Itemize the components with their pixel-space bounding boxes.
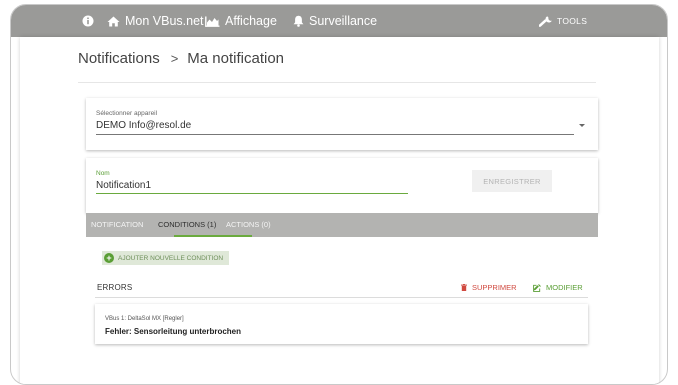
nav-monitoring[interactable]: Surveillance [293,5,377,37]
delete-button[interactable]: SUPPRIMER [461,283,517,292]
bell-icon [293,15,304,27]
nav-tools[interactable]: TOOLS [539,5,587,37]
device-select-label: Sélectionner appareil [96,110,158,117]
name-input[interactable] [96,178,408,194]
device-select-card: Sélectionner appareil DEMO Info@resol.de [86,98,598,150]
nav-display[interactable]: Affichage [205,5,277,37]
tab-notification[interactable]: NOTIFICATION [91,213,143,237]
trash-icon [461,284,467,291]
delete-label: SUPPRIMER [472,283,517,292]
nav-home-label: Mon VBus.net [125,14,204,28]
breadcrumb: Notifications > Ma notification [78,50,284,67]
save-button[interactable]: ENREGISTRER [472,170,552,192]
breadcrumb-separator: > [170,51,179,66]
add-condition-button[interactable]: + AJOUTER NOUVELLE CONDITION [102,251,230,265]
edit-icon [533,283,541,292]
plus-circle-icon: + [104,253,114,263]
name-field-label: Nom [96,170,110,177]
errors-group-title: ERRORS [97,283,133,292]
nav-display-label: Affichage [225,14,277,28]
tab-bar: NOTIFICATION CONDITIONS (1) ACTIONS (0) [86,213,598,237]
chart-icon [205,16,220,27]
add-condition-label: AJOUTER NOUVELLE CONDITION [118,254,224,262]
device-select-underline [96,134,574,135]
errors-divider [95,297,588,298]
wrench-icon [539,16,552,27]
notification-card: Nom ENREGISTRER [86,158,598,213]
dropdown-arrow-icon[interactable] [579,124,585,127]
top-navbar: Mon VBus.net Affichage Surveillance TOOL… [11,5,667,37]
tab-actions[interactable]: ACTIONS (0) [226,213,271,237]
nav-tools-label: TOOLS [557,16,588,26]
condition-source: VBus 1: DeltaSol MX [Regler] [105,316,184,322]
home-icon [107,16,120,26]
tab-conditions[interactable]: CONDITIONS (1) [158,213,216,237]
info-button[interactable] [82,5,94,37]
tab-active-indicator [174,235,252,237]
breadcrumb-parent[interactable]: Notifications [78,50,160,67]
info-circle-icon [82,15,94,27]
nav-monitoring-label: Surveillance [309,14,378,28]
breadcrumb-divider [78,82,596,83]
condition-message: Fehler: Sensorleitung unterbrochen [105,327,242,336]
condition-item[interactable]: VBus 1: DeltaSol MX [Regler] Fehler: Sen… [95,304,588,344]
device-select-value[interactable]: DEMO Info@resol.de [96,120,191,131]
nav-home[interactable]: Mon VBus.net [107,5,204,37]
modify-label: MODIFIER [546,283,583,292]
breadcrumb-current: Ma notification [187,50,285,67]
modify-button[interactable]: MODIFIER [533,283,583,292]
